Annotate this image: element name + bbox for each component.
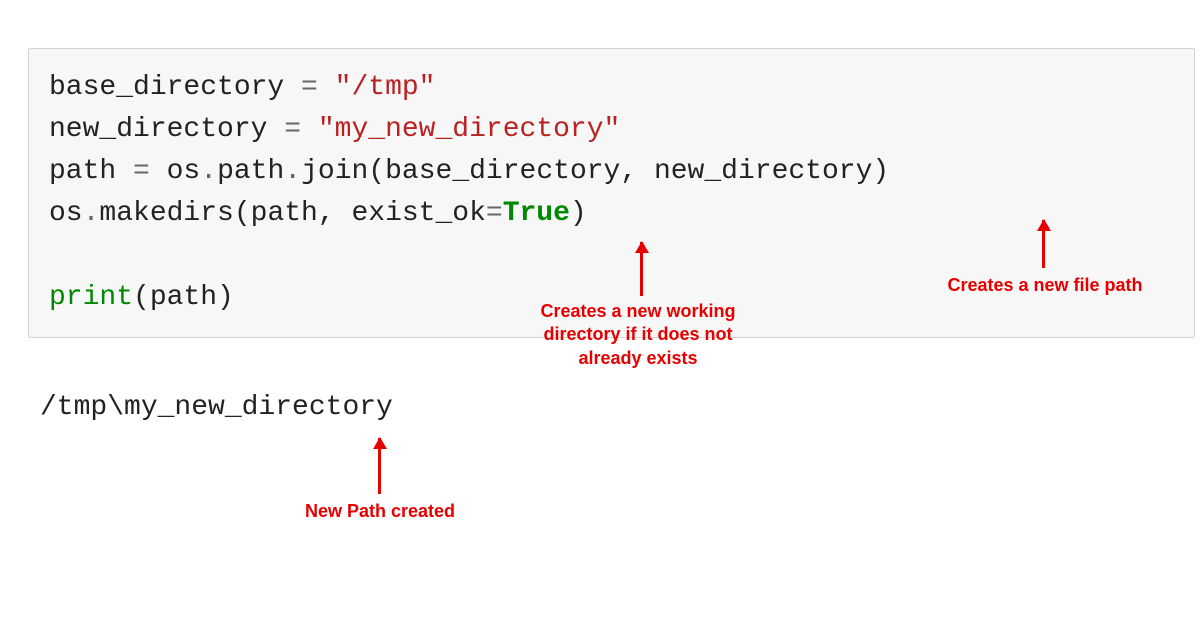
annotation-makedirs: Creates a new working directory if it do… bbox=[528, 300, 748, 370]
code-text: base_directory bbox=[49, 72, 301, 103]
code-text: path bbox=[217, 156, 284, 187]
dot-operator: . bbox=[200, 156, 217, 187]
code-line-3: path = os.path.join(base_directory, new_… bbox=[49, 151, 1174, 193]
operator: = bbox=[486, 198, 503, 229]
arrow-icon bbox=[378, 438, 381, 494]
code-text: makedirs(path, exist_ok bbox=[99, 198, 485, 229]
operator: = bbox=[284, 114, 301, 145]
code-line-2: new_directory = "my_new_directory" bbox=[49, 109, 1174, 151]
annotation-filepath: Creates a new file path bbox=[930, 274, 1160, 297]
arrow-icon bbox=[640, 242, 643, 296]
code-line-4: os.makedirs(path, exist_ok=True) bbox=[49, 193, 1174, 235]
dot-operator: . bbox=[83, 198, 100, 229]
output-text: /tmp\my_new_directory bbox=[40, 392, 393, 423]
code-text: os bbox=[150, 156, 200, 187]
arrow-icon bbox=[1042, 220, 1045, 268]
keyword-print: print bbox=[49, 282, 133, 313]
code-line-blank bbox=[49, 235, 1174, 277]
code-line-1: base_directory = "/tmp" bbox=[49, 67, 1174, 109]
code-text: join(base_directory, new_directory) bbox=[301, 156, 889, 187]
operator: = bbox=[301, 72, 318, 103]
code-text: os bbox=[49, 198, 83, 229]
code-text: (path) bbox=[133, 282, 234, 313]
code-text: ) bbox=[570, 198, 587, 229]
code-text: path bbox=[49, 156, 133, 187]
operator: = bbox=[133, 156, 150, 187]
string-literal: "/tmp" bbox=[318, 72, 436, 103]
annotation-newpath: New Path created bbox=[280, 500, 480, 523]
dot-operator: . bbox=[284, 156, 301, 187]
code-text: new_directory bbox=[49, 114, 284, 145]
string-literal: "my_new_directory" bbox=[301, 114, 620, 145]
keyword-true: True bbox=[503, 198, 570, 229]
